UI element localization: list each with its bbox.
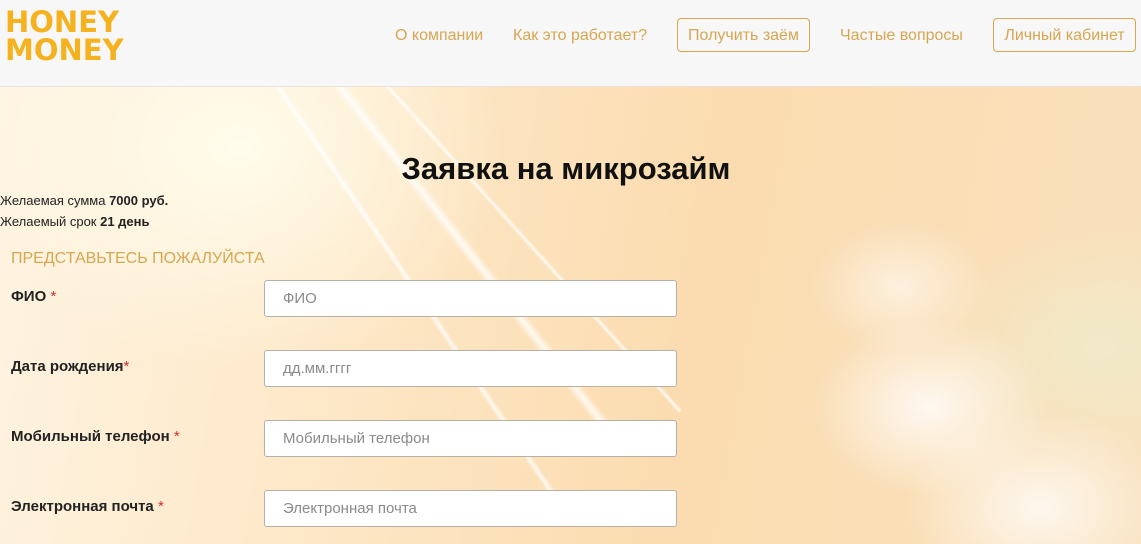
mobile-phone-label: Мобильный телефон * xyxy=(11,428,180,445)
required-mark: * xyxy=(173,428,180,445)
personal-cabinet-button[interactable]: Личный кабинет xyxy=(993,18,1136,52)
birth-date-label-text: Дата рождения xyxy=(11,358,124,375)
email-label-text: Электронная почта xyxy=(11,498,154,515)
logo-line-1: HONEY xyxy=(5,5,120,39)
required-mark: * xyxy=(123,358,130,375)
desired-term-label: Желаемый срок xyxy=(0,214,101,229)
desired-amount-label: Желаемая сумма xyxy=(0,193,110,208)
form-title: Заявка на микрозайм xyxy=(401,151,731,186)
required-mark: * xyxy=(50,288,57,305)
mobile-phone-label-text: Мобильный телефон xyxy=(11,428,170,445)
required-mark: * xyxy=(157,498,164,515)
section-heading: ПРЕДСТАВЬТЕСЬ ПОЖАЛУЙСТА xyxy=(11,250,265,267)
email-input[interactable] xyxy=(264,490,677,527)
desired-amount-value: 7000 руб. xyxy=(109,193,169,208)
full-name-label-text: ФИО xyxy=(11,288,47,305)
logo-line-2: MONEY xyxy=(5,33,124,67)
nav-link-faq[interactable]: Частые вопросы xyxy=(840,27,963,45)
get-loan-button[interactable]: Получить заём xyxy=(677,18,810,52)
birth-date-label: Дата рождения* xyxy=(11,358,129,375)
desired-term: Желаемый срок 21 день xyxy=(0,214,150,229)
full-name-input[interactable] xyxy=(264,280,677,317)
email-label: Электронная почта * xyxy=(11,498,164,515)
desired-term-value: 21 день xyxy=(100,214,150,229)
site-header: HONEY MONEY О компании Как это работает?… xyxy=(0,0,1141,87)
desired-amount: Желаемая сумма 7000 руб. xyxy=(0,193,168,208)
mobile-phone-input[interactable] xyxy=(264,420,677,457)
decorative-streak xyxy=(300,87,632,457)
birth-date-input[interactable] xyxy=(264,350,677,387)
nav-link-about[interactable]: О компании xyxy=(395,27,483,45)
full-name-label: ФИО * xyxy=(11,288,56,305)
nav-link-how-it-works[interactable]: Как это работает? xyxy=(513,27,647,45)
logo[interactable]: HONEY MONEY xyxy=(5,5,124,67)
